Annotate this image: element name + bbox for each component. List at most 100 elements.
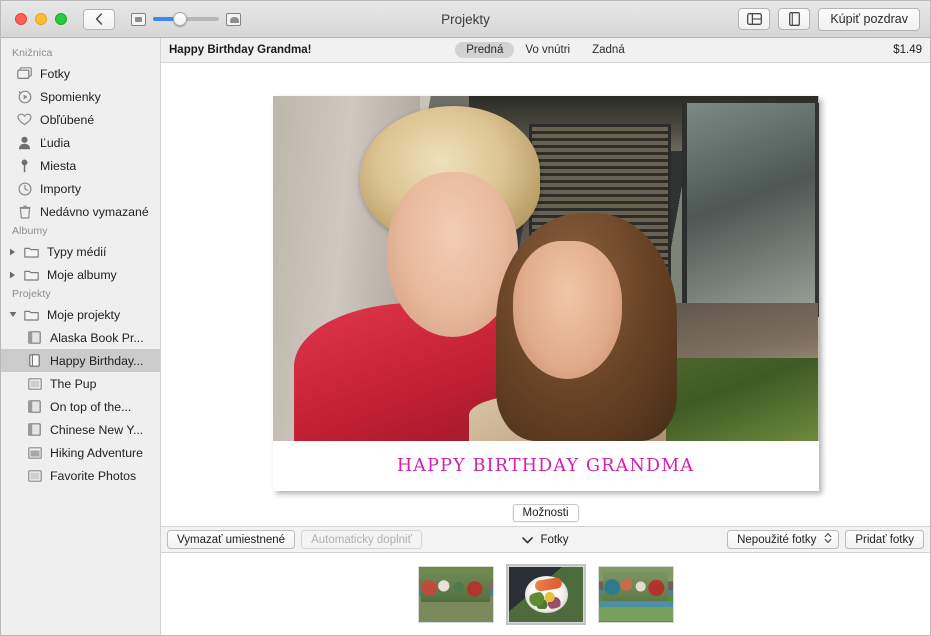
sidebar-item-favorites[interactable]: Obľúbené (1, 108, 160, 131)
chevron-down-icon[interactable] (522, 531, 533, 549)
card-preview-button[interactable] (778, 8, 810, 30)
photo-scene (273, 96, 819, 441)
sidebar-panel-icon (747, 13, 762, 25)
project-header-bar: Happy Birthday Grandma! Predná Vo vnútri… (161, 38, 930, 63)
sidebar-item-places[interactable]: Miesta (1, 154, 160, 177)
sidebar-item-my-projects[interactable]: Moje projekty (1, 303, 160, 326)
sidebar-item-label: On top of the... (50, 400, 131, 414)
window-body: Knižnica Fotky S (1, 38, 930, 635)
tab-front[interactable]: Predná (455, 42, 514, 58)
sidebar-item-imports[interactable]: Importy (1, 177, 160, 200)
book-icon (27, 422, 42, 437)
sidebar-item-recently-deleted[interactable]: Nedávno vymazané (1, 200, 160, 223)
thumbnail-group-at-long-table[interactable] (598, 566, 674, 623)
sidebar-item-label: Obľúbené (40, 113, 94, 127)
sidebar-item-label: Importy (40, 182, 81, 196)
thumbnail-family-dinner-outdoors[interactable] (418, 566, 494, 623)
photo-filter-popup[interactable]: Nepoužité fotky (727, 530, 839, 549)
folder-icon (24, 267, 39, 282)
sidebar-item-hiking-adventure[interactable]: Hiking Adventure (1, 441, 160, 464)
sidebar-item-label: Nedávno vymazané (40, 205, 149, 219)
disclosure-triangle-expanded-icon[interactable] (8, 311, 17, 318)
disclosure-triangle-collapsed-icon[interactable] (8, 271, 17, 279)
photo-filmstrip (161, 553, 930, 635)
sidebar-item-my-albums[interactable]: Moje albumy (1, 263, 160, 286)
toolbar-right-group: Kúpiť pozdrav (738, 8, 920, 31)
disclosure-triangle-collapsed-icon[interactable] (8, 248, 17, 256)
clock-icon (17, 181, 32, 196)
tab-back[interactable]: Zadná (581, 42, 636, 58)
slideshow-icon (27, 376, 42, 391)
window-titlebar: Projekty Kúpiť pozdrav (1, 1, 930, 38)
small-thumbnail-icon (131, 13, 146, 26)
person-icon (17, 135, 32, 150)
memories-icon (17, 89, 32, 104)
sidebar-item-label: Happy Birthday... (50, 354, 143, 368)
sidebar-section-header-projects: Projekty (1, 286, 160, 303)
card-canvas: HAPPY BIRTHDAY GRANDMA Možnosti (161, 63, 930, 526)
sidebar-item-alaska-book[interactable]: Alaska Book Pr... (1, 326, 160, 349)
page-title: Happy Birthday Grandma! (169, 44, 312, 56)
sidebar-item-media-types[interactable]: Typy médií (1, 240, 160, 263)
zoom-slider-knob[interactable] (173, 12, 187, 26)
content-area: Happy Birthday Grandma! Predná Vo vnútri… (161, 38, 930, 635)
card-preview-icon (789, 12, 800, 26)
calendar-icon (27, 445, 42, 460)
sidebar-toggle-button[interactable] (738, 8, 770, 30)
photo-filter-value: Nepoužité fotky (737, 534, 816, 546)
slideshow-icon (27, 468, 42, 483)
sidebar-item-people[interactable]: Ľudia (1, 131, 160, 154)
sidebar-item-label: Moje albumy (47, 268, 117, 282)
sidebar-item-on-top-of-the[interactable]: On top of the... (1, 395, 160, 418)
card-photo[interactable] (273, 96, 819, 441)
sidebar-item-label: The Pup (50, 377, 97, 391)
card-caption-area[interactable]: HAPPY BIRTHDAY GRANDMA (273, 441, 819, 491)
card-icon (27, 353, 42, 368)
sidebar-item-chinese-new-year[interactable]: Chinese New Y... (1, 418, 160, 441)
sidebar-item-label: Hiking Adventure (50, 446, 143, 460)
minimize-button[interactable] (35, 13, 47, 25)
sidebar-section-header-albums: Albumy (1, 223, 160, 240)
sidebar: Knižnica Fotky S (1, 38, 161, 635)
updown-chevron-icon (824, 532, 832, 547)
card-caption-text: HAPPY BIRTHDAY GRANDMA (397, 456, 694, 476)
chevron-left-icon (95, 13, 103, 25)
book-icon (27, 330, 42, 345)
zoom-button[interactable] (55, 13, 67, 25)
sidebar-item-photos[interactable]: Fotky (1, 62, 160, 85)
zoom-slider[interactable] (153, 17, 219, 21)
bottom-right-group: Nepoužité fotky Pridať fotky (727, 530, 924, 549)
sidebar-item-label: Miesta (40, 159, 76, 173)
pin-icon (17, 158, 32, 173)
folder-icon (24, 307, 39, 322)
sidebar-item-happy-birthday[interactable]: Happy Birthday... (1, 349, 160, 372)
tab-inside[interactable]: Vo vnútri (514, 42, 581, 58)
book-icon (27, 399, 42, 414)
greeting-card[interactable]: HAPPY BIRTHDAY GRANDMA (273, 96, 819, 491)
buy-card-button[interactable]: Kúpiť pozdrav (818, 8, 920, 31)
sidebar-item-the-pup[interactable]: The Pup (1, 372, 160, 395)
options-button[interactable]: Možnosti (512, 504, 578, 522)
sidebar-item-favorite-photos[interactable]: Favorite Photos (1, 464, 160, 487)
price-label: $1.49 (893, 44, 922, 56)
back-button[interactable] (83, 9, 115, 30)
sidebar-item-memories[interactable]: Spomienky (1, 85, 160, 108)
thumbnail-plated-salmon-dish[interactable] (508, 566, 584, 623)
photos-source-label[interactable]: Fotky (540, 534, 568, 546)
add-photos-button[interactable]: Pridať fotky (845, 530, 924, 549)
sidebar-item-label: Favorite Photos (50, 469, 136, 483)
large-thumbnail-icon (226, 13, 241, 26)
autofill-button[interactable]: Automaticky doplniť (301, 530, 422, 549)
sidebar-item-label: Chinese New Y... (50, 423, 143, 437)
traffic-lights (15, 13, 67, 25)
sidebar-item-label: Moje projekty (47, 308, 120, 322)
folder-icon (24, 244, 39, 259)
sidebar-item-label: Alaska Book Pr... (50, 331, 144, 345)
sidebar-section-header-library: Knižnica (1, 45, 160, 62)
close-button[interactable] (15, 13, 27, 25)
sidebar-item-label: Typy médií (47, 245, 106, 259)
sidebar-item-label: Fotky (40, 67, 70, 81)
thumbnail-zoom-control[interactable] (131, 13, 241, 26)
clear-placed-button[interactable]: Vymazať umiestnené (167, 530, 295, 549)
sidebar-item-label: Spomienky (40, 90, 101, 104)
